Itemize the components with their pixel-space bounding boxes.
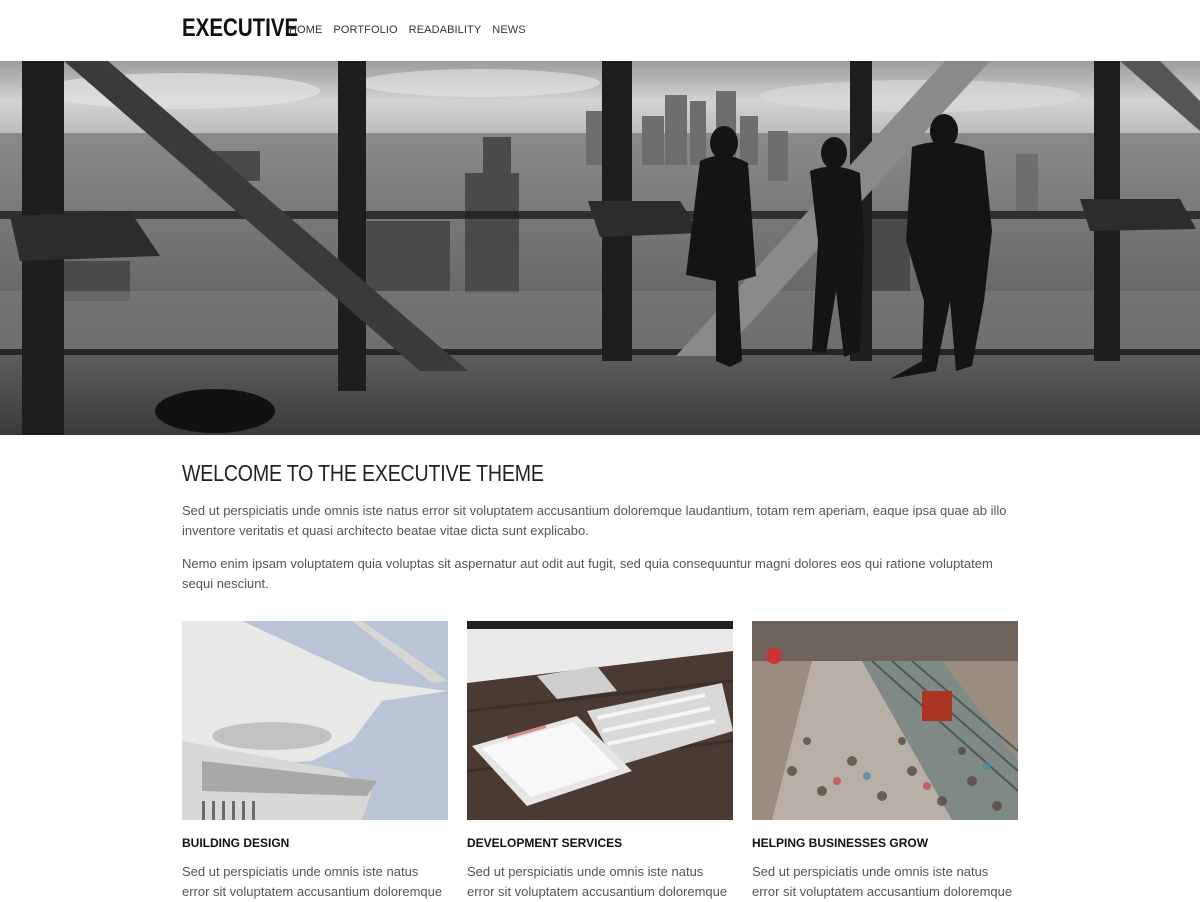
nav-portfolio[interactable]: PORTFOLIO: [333, 24, 397, 36]
welcome-paragraph-2: Nemo enim ipsam voluptatem quia voluptas…: [182, 556, 993, 591]
building-design-image[interactable]: [182, 621, 448, 820]
nav-readability[interactable]: READABILITY: [409, 24, 482, 36]
site-header: EXECUTIVE HOME PORTFOLIO READABILITY NEW…: [0, 0, 1200, 61]
card-building-design: BUILDING DESIGN Sed ut perspiciatis unde…: [182, 621, 448, 899]
card-title[interactable]: DEVELOPMENT SERVICES: [467, 836, 622, 850]
site-logo[interactable]: EXECUTIVE: [182, 14, 298, 43]
card-text: Sed ut perspiciatis unde omnis iste natu…: [752, 864, 1013, 899]
card-helping-businesses-grow: HELPING BUSINESSES GROW Sed ut perspicia…: [752, 621, 1018, 899]
helping-businesses-grow-image[interactable]: [752, 621, 1018, 820]
nav-news[interactable]: NEWS: [492, 24, 525, 36]
card-development-services: DEVELOPMENT SERVICES Sed ut perspiciatis…: [467, 621, 733, 899]
welcome-title: WELCOME TO THE EXECUTIVE THEME: [182, 460, 544, 486]
main-nav: HOME PORTFOLIO READABILITY NEWS: [289, 24, 526, 36]
card-text: Sed ut perspiciatis unde omnis iste natu…: [467, 864, 728, 899]
development-services-image[interactable]: [467, 621, 733, 820]
card-title[interactable]: HELPING BUSINESSES GROW: [752, 836, 928, 850]
hero-image: [0, 61, 1200, 435]
card-text: Sed ut perspiciatis unde omnis iste natu…: [182, 864, 443, 899]
card-title[interactable]: BUILDING DESIGN: [182, 836, 289, 850]
welcome-paragraph-1: Sed ut perspiciatis unde omnis iste natu…: [182, 503, 1007, 538]
nav-home[interactable]: HOME: [289, 24, 322, 36]
welcome-section: WELCOME TO THE EXECUTIVE THEME Sed ut pe…: [182, 460, 1018, 591]
